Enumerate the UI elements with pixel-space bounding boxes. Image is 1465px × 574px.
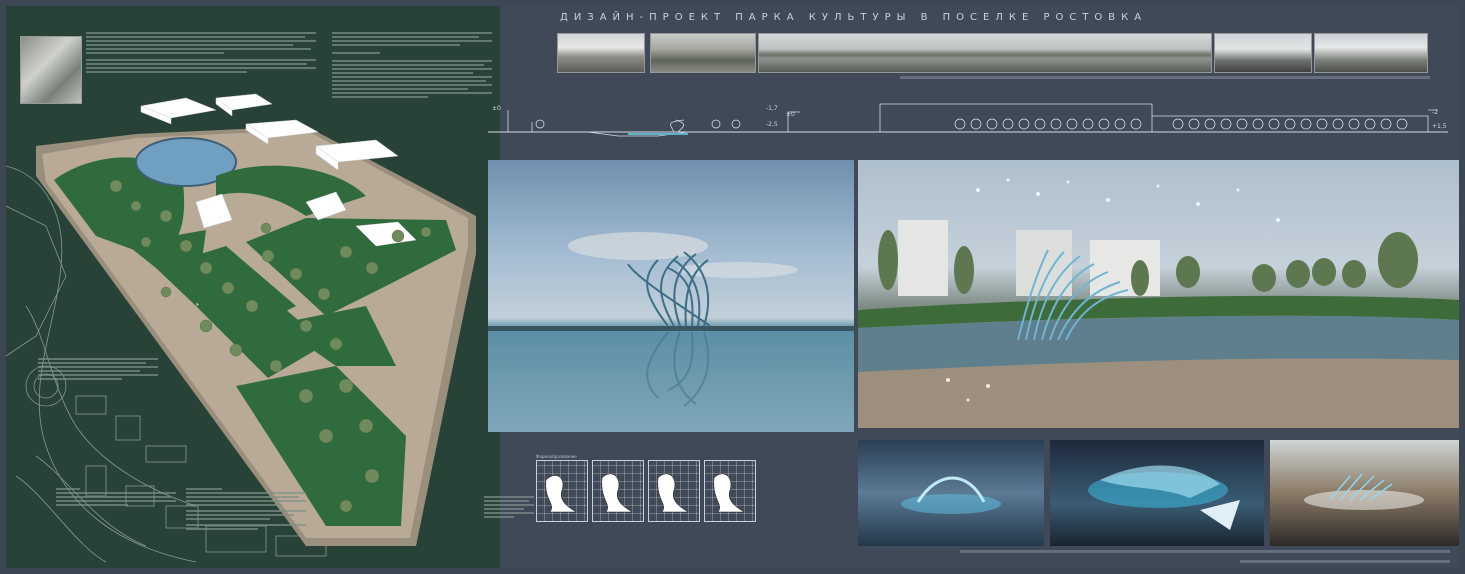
description-block-5 xyxy=(186,486,306,532)
section-mark-3: -2,5 xyxy=(766,121,778,128)
poster-title: ДИЗАЙН-ПРОЕКТ ПАРКА КУЛЬТУРЫ В ПОСЕЛКЕ Р… xyxy=(560,12,1148,23)
night-render-1 xyxy=(858,440,1044,546)
section-mark-5: -2 xyxy=(1432,109,1438,116)
section-mark-1: ±0 xyxy=(492,105,501,112)
author-caption xyxy=(1240,560,1450,563)
night-render-3 xyxy=(1270,440,1459,546)
section-mark-6: +1,5 xyxy=(1432,123,1447,130)
description-block-4 xyxy=(56,486,176,508)
site-section-drawing: ±0 -1,7 -2,5 ±0 -2 +1,5 xyxy=(488,103,1448,137)
poster-board: ДИЗАЙН-ПРОЕКТ ПАРКА КУЛЬТУРЫ В ПОСЕЛКЕ Р… xyxy=(0,0,1465,574)
site-photo-4 xyxy=(1314,33,1428,73)
site-photo-2 xyxy=(650,33,756,73)
sketch-description xyxy=(484,494,534,520)
section-mark-2: -1,7 xyxy=(766,105,778,112)
night-render-2 xyxy=(1050,440,1264,546)
left-panel xyxy=(5,6,500,568)
form-sketch-shapes xyxy=(545,473,745,513)
site-photo-3 xyxy=(1214,33,1312,73)
park-pond-render xyxy=(858,160,1459,428)
sketch-label: Формообразование xyxy=(536,454,577,459)
section-mark-4: ±0 xyxy=(786,111,795,118)
photo-strip-caption xyxy=(900,76,1430,79)
sculpture-render xyxy=(488,160,854,432)
site-photo-1 xyxy=(557,33,645,73)
park-axonometric-plan xyxy=(36,93,476,546)
site-photo-panorama xyxy=(758,33,1212,73)
bottom-caption xyxy=(960,550,1450,553)
description-block-3 xyxy=(38,356,158,382)
